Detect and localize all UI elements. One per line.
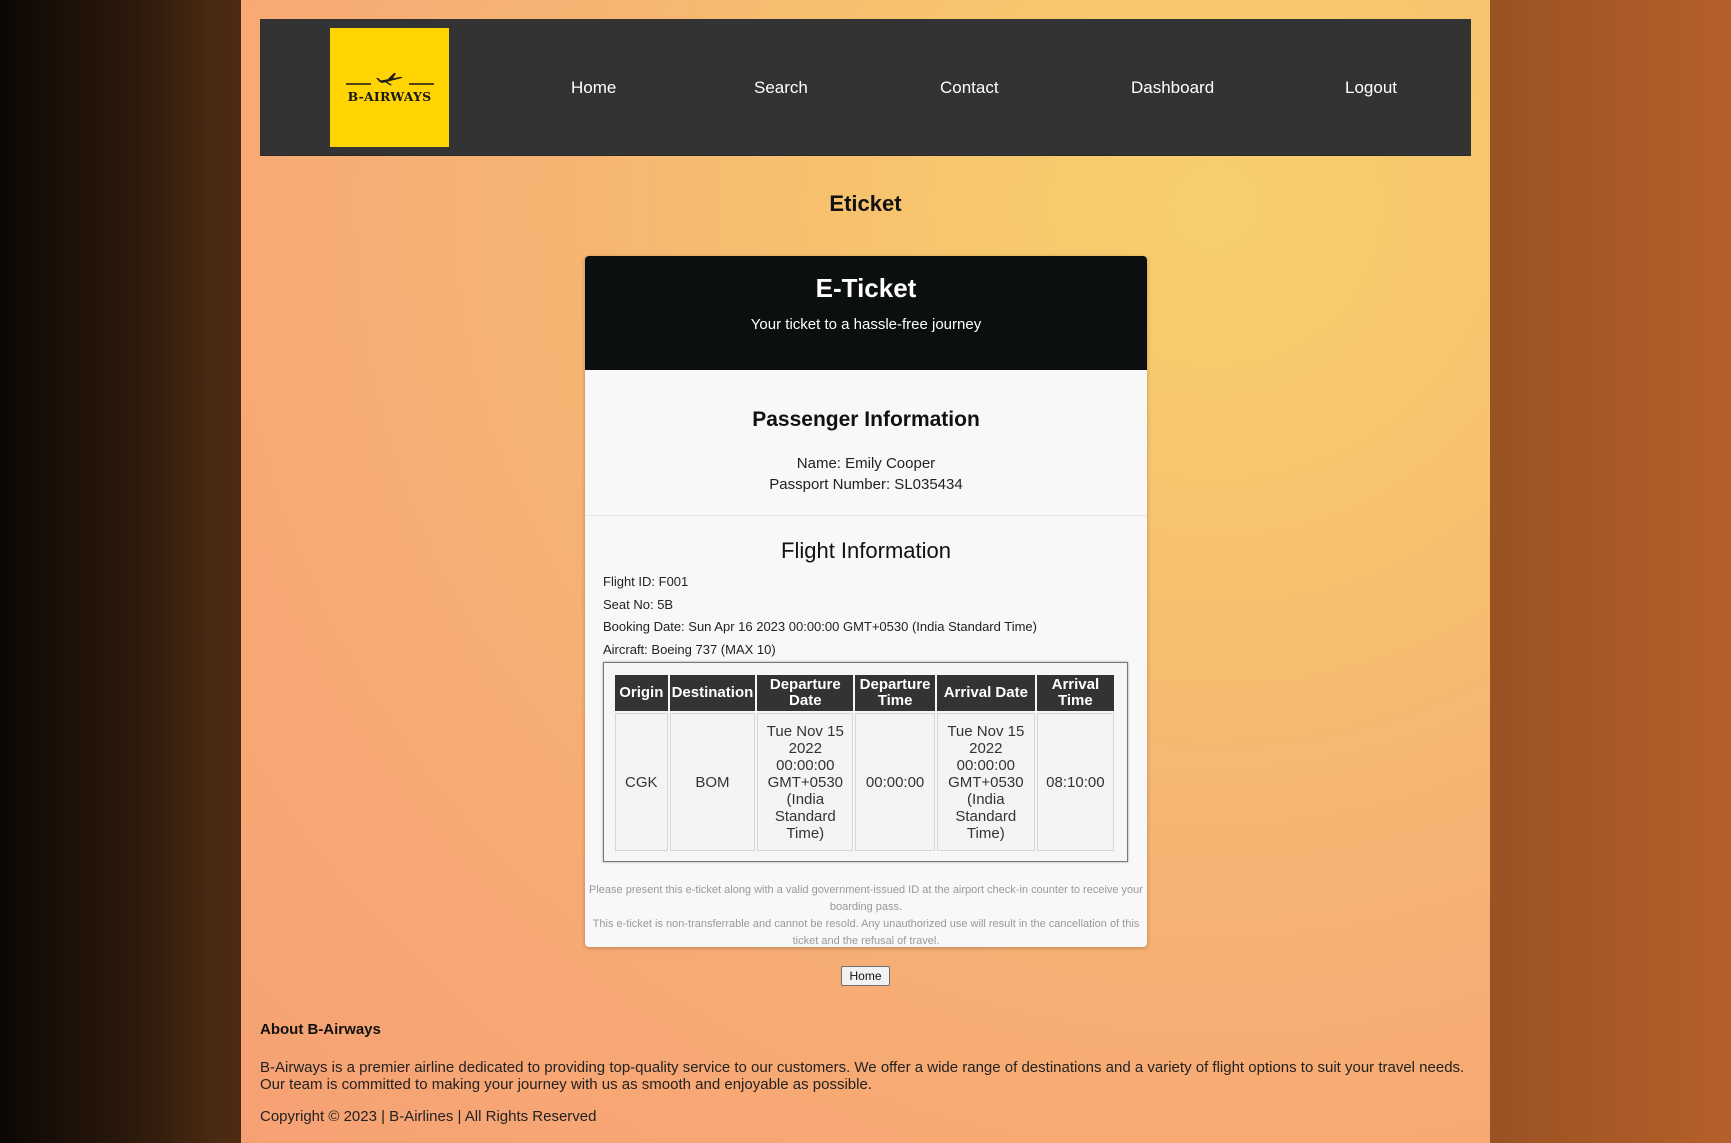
note-non-transferable: This e-ticket is non-transferrable and c…	[592, 918, 1140, 947]
flight-id: Flight ID: F001	[603, 574, 689, 589]
nav-contact-link[interactable]: Contact	[940, 78, 999, 98]
nav-home-link[interactable]: Home	[571, 78, 616, 98]
copyright: Copyright © 2023 | B-Airlines | All Righ…	[260, 1108, 597, 1125]
navbar: B-AIRWAYS Home Search Contact Dashboard …	[260, 19, 1471, 156]
page: B-AIRWAYS Home Search Contact Dashboard …	[241, 0, 1490, 1143]
flight-heading: Flight Information	[781, 538, 951, 563]
flight-section: Flight Information Flight ID: F001 Seat …	[585, 538, 1147, 947]
table-row: CGK BOM Tue Nov 15 2022 00:00:00 GMT+053…	[615, 713, 1114, 851]
cell-origin: CGK	[615, 713, 668, 851]
passport-number: Passport Number: SL035434	[769, 476, 963, 493]
logo[interactable]: B-AIRWAYS	[330, 28, 449, 147]
header-origin: Origin	[615, 675, 668, 711]
page-title: Eticket	[829, 191, 902, 216]
table-header-row: Origin Destination Departure Date Depart…	[615, 675, 1114, 711]
nav-dashboard-link[interactable]: Dashboard	[1131, 78, 1214, 98]
header-arrival-date: Arrival Date	[936, 675, 1035, 711]
booking-date: Booking Date: Sun Apr 16 2023 00:00:00 G…	[603, 619, 1037, 634]
passenger-section: Passenger Information Name: Emily Cooper…	[585, 370, 1147, 516]
header-arrival-time: Arrival Time	[1036, 675, 1114, 711]
header-departure-time: Departure Time	[855, 675, 935, 711]
nav-logout-link[interactable]: Logout	[1345, 78, 1397, 98]
flight-table-container: Origin Destination Departure Date Depart…	[603, 662, 1128, 862]
cell-destination: BOM	[669, 713, 756, 851]
about-text: B-Airways is a premier airline dedicated…	[260, 1059, 1465, 1093]
note-id-requirement: Please present this e-ticket along with …	[589, 884, 1143, 913]
airplane-icon	[345, 72, 434, 85]
logo-text: B-AIRWAYS	[347, 88, 432, 104]
seat-number: Seat No: 5B	[603, 596, 674, 612]
cell-arrival-date: Tue Nov 15 2022 00:00:00 GMT+0530 (India…	[936, 713, 1035, 851]
nav-search-link[interactable]: Search	[754, 78, 808, 98]
passenger-name: Name: Emily Cooper	[796, 455, 936, 472]
header-departure-date: Departure Date	[757, 675, 854, 711]
ticket-notes: Please present this e-ticket along with …	[585, 882, 1147, 947]
ticket-subtitle: Your ticket to a hassle-free journey	[750, 316, 982, 333]
about-title: About B-Airways	[260, 1021, 381, 1038]
header-destination: Destination	[669, 675, 756, 711]
flight-table: Origin Destination Departure Date Depart…	[613, 673, 1116, 853]
ticket-header: E-Ticket Your ticket to a hassle-free jo…	[585, 256, 1147, 370]
ticket-title: E-Ticket	[815, 273, 917, 303]
cell-departure-date: Tue Nov 15 2022 00:00:00 GMT+0530 (India…	[757, 713, 854, 851]
eticket-card: E-Ticket Your ticket to a hassle-free jo…	[585, 256, 1147, 947]
home-button[interactable]: Home	[841, 966, 890, 986]
cell-arrival-time: 08:10:00	[1036, 713, 1114, 851]
aircraft: Aircraft: Boeing 737 (MAX 10)	[603, 641, 776, 657]
cell-departure-time: 00:00:00	[855, 713, 935, 851]
passenger-heading: Passenger Information	[752, 408, 980, 431]
